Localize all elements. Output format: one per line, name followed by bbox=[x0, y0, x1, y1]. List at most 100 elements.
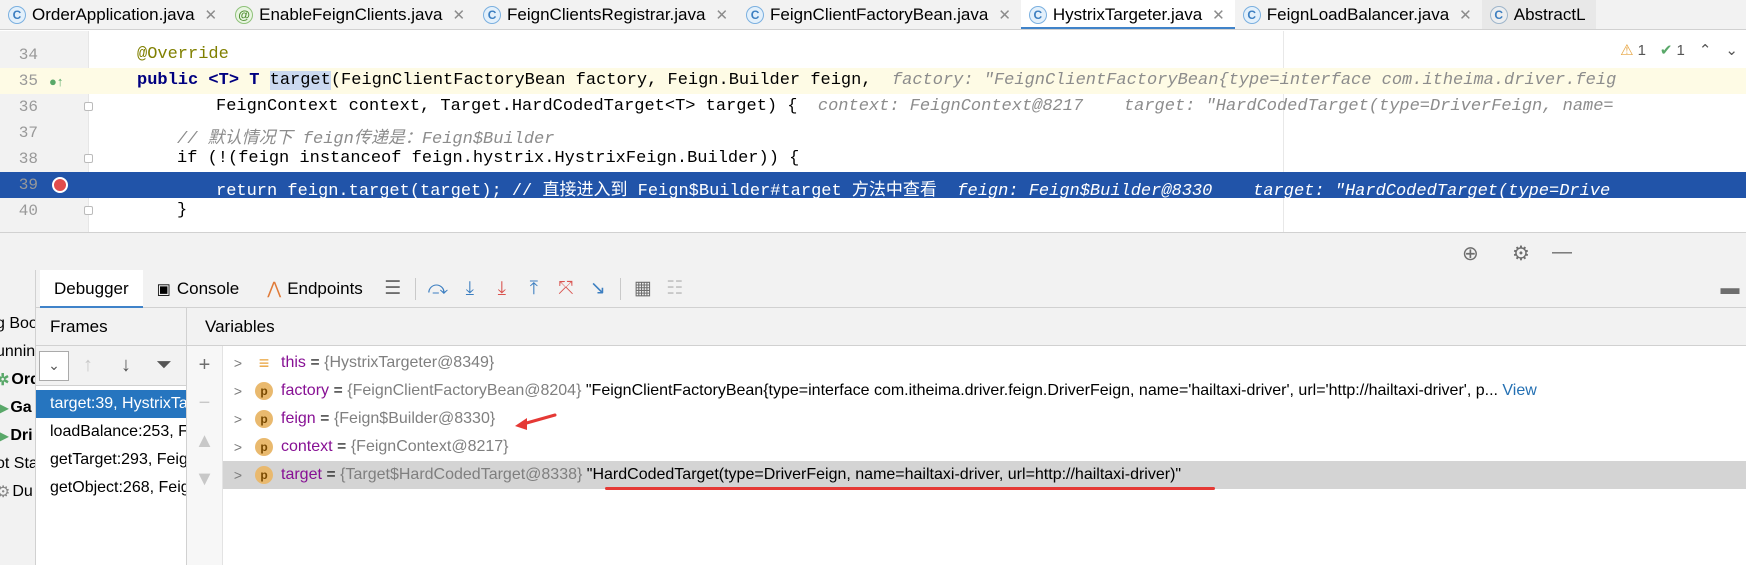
remove-icon[interactable]: − bbox=[187, 384, 222, 422]
code-line[interactable]: 36 FeignContext context, Target.HardCode… bbox=[0, 94, 1746, 120]
parameter-icon: p bbox=[255, 466, 273, 484]
run-to-cursor-icon[interactable]: ↘ bbox=[582, 277, 614, 300]
variable-name: this bbox=[281, 354, 306, 371]
chevron-right-icon[interactable]: > bbox=[227, 467, 249, 483]
breakpoint-icon[interactable] bbox=[52, 177, 68, 193]
gear-icon[interactable]: ⚙ bbox=[1512, 241, 1530, 266]
strip-item[interactable]: unnin bbox=[0, 338, 35, 366]
frame-item[interactable]: getObject:268, Feig bbox=[36, 474, 186, 502]
fold-marker-icon[interactable] bbox=[84, 206, 93, 215]
implements-icon[interactable]: ●↑ bbox=[49, 74, 63, 89]
trace-icon[interactable]: ☷ bbox=[659, 277, 691, 300]
endpoints-icon: ⋀ bbox=[267, 278, 282, 298]
tab-label: HystrixTargeter.java bbox=[1052, 5, 1203, 24]
class-icon: C bbox=[483, 6, 502, 24]
close-icon[interactable]: ✕ bbox=[998, 6, 1011, 24]
chevron-right-icon[interactable]: > bbox=[227, 439, 249, 455]
tab-endpoints[interactable]: ⋀ Endpoints bbox=[253, 270, 377, 308]
tab-debugger[interactable]: Debugger bbox=[40, 269, 143, 309]
arrow-down-icon[interactable]: ↓ bbox=[107, 354, 145, 377]
strip-item[interactable]: g Boo bbox=[0, 310, 35, 338]
close-icon[interactable]: ✕ bbox=[1212, 6, 1225, 24]
tab-feign-client-factory-bean[interactable]: C FeignClientFactoryBean.java ✕ bbox=[738, 0, 1021, 29]
frames-panel: Frames ⌄ ↑ ↓ ⏷ target:39, HystrixTa load… bbox=[36, 308, 187, 565]
code-line[interactable]: 40 } bbox=[0, 198, 1746, 224]
layout-icon[interactable]: ▬ bbox=[1714, 278, 1746, 300]
move-up-icon[interactable]: ▲ bbox=[187, 422, 222, 460]
strip-item[interactable]: ✲Ord bbox=[0, 366, 35, 394]
strip-label: Ga bbox=[10, 399, 32, 416]
warning-icon: ⚠ bbox=[1620, 42, 1634, 59]
variable-row[interactable]: > p context = {FeignContext@8217} bbox=[223, 433, 1746, 461]
step-out-icon[interactable]: ⤒ bbox=[518, 278, 550, 300]
tab-abstract[interactable]: C AbstractL bbox=[1481, 0, 1596, 29]
strip-item[interactable]: ⚙Du bbox=[0, 478, 35, 506]
strip-item[interactable]: ot Sta bbox=[0, 450, 35, 478]
view-link[interactable]: View bbox=[1502, 382, 1536, 400]
code-line[interactable]: 37 // 默认情况下 feign传递是：Feign$Builder bbox=[0, 120, 1746, 149]
add-watch-icon[interactable]: + bbox=[187, 346, 222, 384]
step-into-icon[interactable]: ⤓ bbox=[454, 278, 486, 300]
tab-label: FeignClientsRegistrar.java bbox=[507, 5, 706, 24]
tab-console[interactable]: ▣ Console bbox=[143, 270, 254, 308]
force-step-into-icon[interactable]: ⤓ bbox=[486, 278, 518, 300]
code-text: } bbox=[177, 201, 188, 220]
step-over-icon[interactable]: ⤼ bbox=[422, 278, 454, 300]
evaluate-icon[interactable]: ▦ bbox=[627, 277, 659, 300]
frame-item[interactable]: loadBalance:253, Fe bbox=[36, 418, 186, 446]
inspection-widget[interactable]: ⚠ 1 ✔ 1 ⌃ ⌄ bbox=[1620, 41, 1738, 60]
drop-frame-icon[interactable]: ⤧ bbox=[550, 278, 582, 300]
frames-toolbar: ⌄ ↑ ↓ ⏷ bbox=[36, 346, 186, 386]
strip-item[interactable]: ▶Dri bbox=[0, 422, 35, 450]
tab-feign-clients-registrar[interactable]: C FeignClientsRegistrar.java ✕ bbox=[475, 0, 738, 29]
close-icon[interactable]: ✕ bbox=[715, 6, 728, 24]
fold-marker-icon[interactable] bbox=[84, 154, 93, 163]
variable-row[interactable]: > p factory = {FeignClientFactoryBean@82… bbox=[223, 377, 1746, 405]
class-icon: C bbox=[1028, 6, 1047, 24]
variable-row[interactable]: > p target = {Target$HardCodedTarget@833… bbox=[223, 461, 1746, 489]
tab-order-application[interactable]: C OrderApplication.java ✕ bbox=[0, 0, 227, 29]
code-line[interactable]: 34 @Override bbox=[0, 42, 1746, 68]
class-icon: C bbox=[1242, 6, 1261, 24]
tab-feign-load-balancer[interactable]: C FeignLoadBalancer.java ✕ bbox=[1235, 0, 1482, 29]
move-down-icon[interactable]: ▼ bbox=[187, 460, 222, 498]
thread-dropdown[interactable]: ⌄ bbox=[39, 350, 69, 381]
arrow-up-icon[interactable]: ↑ bbox=[69, 354, 107, 377]
selected-text: target bbox=[269, 71, 331, 90]
frame-item[interactable]: target:39, HystrixTa bbox=[36, 390, 186, 418]
variable-name: target bbox=[281, 466, 322, 483]
minimize-icon[interactable]: — bbox=[1552, 241, 1572, 264]
field-icon: ≡ bbox=[258, 352, 270, 373]
chevron-right-icon[interactable]: > bbox=[227, 411, 249, 427]
code-part: (FeignClientFactoryBean factory, Feign.B… bbox=[330, 71, 872, 90]
filter-icon[interactable]: ⏷ bbox=[145, 354, 183, 377]
close-icon[interactable]: ✕ bbox=[452, 6, 465, 24]
menu-icon[interactable]: ☰ bbox=[377, 277, 409, 300]
tab-hystrix-targeter[interactable]: C HystrixTargeter.java ✕ bbox=[1020, 0, 1235, 29]
close-icon[interactable]: ✕ bbox=[205, 6, 218, 24]
current-execution-line[interactable]: 39 return feign.target(target); // 直接进入到… bbox=[0, 172, 1746, 201]
variable-row[interactable]: > ≡ this = {HystrixTargeter@8349} bbox=[223, 349, 1746, 377]
chevron-right-icon[interactable]: > bbox=[227, 355, 249, 371]
code-line[interactable]: 38 if (!(feign instanceof feign.hystrix.… bbox=[0, 146, 1746, 172]
chevron-up-icon[interactable]: ⌃ bbox=[1699, 41, 1712, 59]
strip-label: Dri bbox=[10, 427, 33, 444]
close-icon[interactable]: ✕ bbox=[1459, 6, 1472, 24]
code-editor[interactable]: 34 @Override 35 ●↑ public <T> T target(F… bbox=[0, 31, 1746, 232]
variable-row[interactable]: > p feign = {Feign$Builder@8330} bbox=[223, 405, 1746, 433]
variable-value: "HardCodedTarget(type=DriverFeign, name=… bbox=[586, 466, 1182, 483]
chevron-down-icon[interactable]: ⌄ bbox=[1725, 41, 1738, 59]
strip-item[interactable]: ▶Ga bbox=[0, 394, 35, 422]
target-icon[interactable]: ⊕ bbox=[1462, 241, 1479, 266]
inline-hint: factory: "FeignClientFactoryBean{type=in… bbox=[891, 71, 1617, 90]
app-icon: ✲ bbox=[0, 370, 9, 390]
variable-type: {Feign$Builder@8330} bbox=[333, 410, 496, 427]
tab-enable-feign-clients[interactable]: @ EnableFeignClients.java ✕ bbox=[227, 0, 475, 29]
chevron-right-icon[interactable]: > bbox=[227, 383, 249, 399]
frame-item[interactable]: getTarget:293, Feig bbox=[36, 446, 186, 474]
variable-value: "FeignClientFactoryBean{type=interface c… bbox=[585, 382, 1498, 399]
variable-name: context bbox=[281, 438, 333, 455]
fold-marker-icon[interactable] bbox=[84, 102, 93, 111]
code-line[interactable]: 35 ●↑ public <T> T target(FeignClientFac… bbox=[0, 68, 1746, 94]
console-icon: ▣ bbox=[156, 280, 171, 298]
